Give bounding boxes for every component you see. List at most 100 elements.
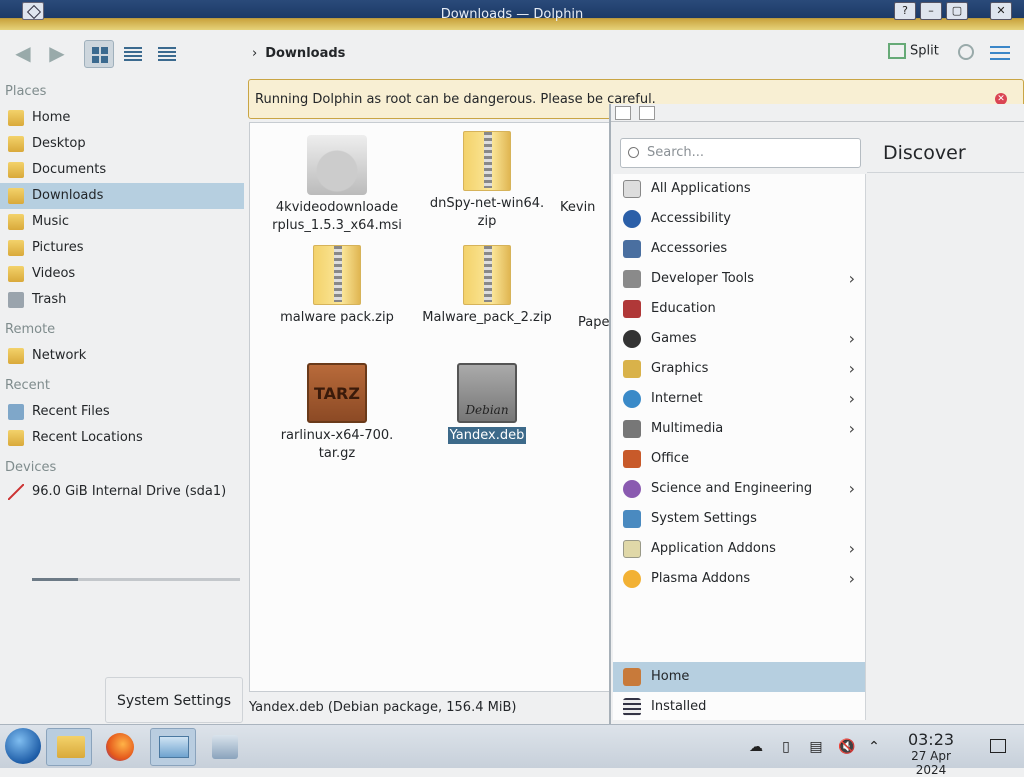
task-dolphin[interactable]: [46, 728, 92, 766]
split-button[interactable]: Split: [888, 43, 939, 59]
file-item-selected[interactable]: Debian Yandex.deb: [417, 363, 557, 445]
msi-package-icon: [307, 135, 367, 195]
search-input[interactable]: Search...: [620, 138, 861, 168]
file-item[interactable]: malware pack.zip: [267, 245, 407, 327]
maximize-button[interactable]: ▢: [946, 2, 968, 20]
category-science-and-engineering[interactable]: Science and Engineering ›: [613, 474, 865, 504]
application-addons-icon: [623, 540, 641, 558]
launcher-installed[interactable]: Installed: [613, 692, 865, 722]
breadcrumb-downloads[interactable]: Downloads: [265, 46, 345, 61]
task-system-settings[interactable]: [150, 728, 196, 766]
file-item[interactable]: 4kvideodownloade rplus_1.5.3_x64.msi: [267, 135, 407, 235]
sidebar-item-recent-files[interactable]: Recent Files: [0, 399, 244, 425]
recent-locations-icon: [8, 430, 24, 446]
details-view-icon: [158, 47, 176, 61]
category-developer-tools[interactable]: Developer Tools ›: [613, 264, 865, 294]
category-all-applications[interactable]: All Applications: [613, 174, 865, 204]
search-icon: [628, 147, 639, 158]
downloads-folder-icon: [8, 188, 24, 204]
category-office[interactable]: Office: [613, 444, 865, 474]
split-icon: [888, 43, 906, 59]
icons-view-icon: [92, 47, 108, 63]
launcher-menu-icon[interactable]: [639, 106, 655, 120]
recent-files-icon: [8, 404, 24, 420]
category-education[interactable]: Education: [613, 294, 865, 324]
folder-icon: [57, 736, 85, 758]
chevron-right-icon: ›: [848, 479, 855, 498]
category-graphics[interactable]: Graphics ›: [613, 354, 865, 384]
task-discover[interactable]: [202, 728, 248, 766]
task-firefox[interactable]: [98, 728, 144, 766]
chevron-right-icon: ›: [848, 389, 855, 408]
category-games[interactable]: Games ›: [613, 324, 865, 354]
status-bar-text: Yandex.deb (Debian package, 156.4 MiB): [249, 700, 517, 715]
zip-archive-icon: [463, 131, 511, 191]
sidebar-item-desktop[interactable]: Desktop: [0, 131, 244, 157]
sidebar-item-pictures[interactable]: Pictures: [0, 235, 244, 261]
debian-package-icon: Debian: [457, 363, 517, 423]
sidebar-item-documents[interactable]: Documents: [0, 157, 244, 183]
hamburger-menu-icon[interactable]: [990, 46, 1010, 60]
clock-time: 03:23: [907, 730, 955, 749]
pictures-folder-icon: [8, 240, 24, 256]
chevron-right-icon: ›: [848, 359, 855, 378]
multimedia-icon: [623, 420, 641, 438]
music-folder-icon: [8, 214, 24, 230]
details-view-button[interactable]: [152, 40, 182, 68]
back-button[interactable]: ◀: [8, 42, 38, 66]
compact-view-button[interactable]: [118, 40, 148, 68]
sidebar-item-internal-drive[interactable]: 96.0 GiB Internal Drive (sda1): [0, 479, 244, 505]
notes-icon[interactable]: ▤: [808, 739, 824, 755]
firefox-icon: [106, 733, 134, 761]
desktop-folder-icon: [8, 136, 24, 152]
file-item[interactable]: Kevin: [560, 199, 614, 217]
category-internet[interactable]: Internet ›: [613, 384, 865, 414]
launcher-titlebar: [611, 104, 1024, 122]
category-accessibility[interactable]: Accessibility: [613, 204, 865, 234]
plasma-addons-icon: [623, 570, 641, 588]
icons-view-button[interactable]: [84, 40, 114, 68]
home-icon: [623, 668, 641, 686]
category-system-settings[interactable]: System Settings: [613, 504, 865, 534]
minimize-button[interactable]: –: [920, 2, 942, 20]
system-settings-icon: [623, 510, 641, 528]
title-bar: Downloads — Dolphin ? – ▢ ✕: [0, 0, 1024, 30]
sidebar-item-downloads[interactable]: Downloads: [0, 183, 244, 209]
file-view[interactable]: 4kvideodownloade rplus_1.5.3_x64.msi dnS…: [249, 122, 615, 692]
category-accessories[interactable]: Accessories: [613, 234, 865, 264]
breadcrumb[interactable]: › Downloads: [252, 46, 345, 61]
file-item[interactable]: Malware_pack_2.zip: [417, 245, 557, 327]
toolbar: ◀ ▶ › Downloads Split: [0, 30, 1024, 78]
split-label: Split: [910, 43, 939, 59]
sidebar-item-home[interactable]: Home: [0, 105, 244, 131]
clipboard-icon[interactable]: ▯: [778, 739, 794, 755]
sidebar-item-network[interactable]: Network: [0, 343, 244, 369]
system-settings-icon: [159, 736, 189, 758]
network-folder-icon: [8, 348, 24, 364]
sidebar-item-videos[interactable]: Videos: [0, 261, 244, 287]
clock[interactable]: 03:23 27 Apr 2024: [895, 731, 967, 777]
sidebar-item-trash[interactable]: Trash: [0, 287, 244, 313]
cloud-download-icon[interactable]: ☁: [748, 739, 764, 755]
forward-button[interactable]: ▶: [42, 42, 72, 66]
documents-folder-icon: [8, 162, 24, 178]
category-application-addons[interactable]: Application Addons ›: [613, 534, 865, 564]
chevron-up-icon[interactable]: ⌃: [866, 739, 882, 755]
chevron-right-icon: ›: [848, 269, 855, 288]
trash-icon: [8, 292, 24, 308]
file-item[interactable]: dnSpy-net-win64. zip: [417, 131, 557, 231]
start-menu-icon[interactable]: [5, 728, 41, 764]
category-multimedia[interactable]: Multimedia ›: [613, 414, 865, 444]
discover-divider: [867, 172, 1024, 173]
sidebar-item-recent-locations[interactable]: Recent Locations: [0, 425, 244, 451]
sidebar-item-music[interactable]: Music: [0, 209, 244, 235]
search-icon[interactable]: [958, 44, 974, 60]
close-button[interactable]: ✕: [990, 2, 1012, 20]
volume-muted-icon[interactable]: 🔇: [838, 739, 855, 755]
help-button[interactable]: ?: [894, 2, 916, 20]
show-desktop-icon[interactable]: [990, 739, 1006, 753]
category-plasma-addons[interactable]: Plasma Addons ›: [613, 564, 865, 594]
file-item[interactable]: TARZ rarlinux-x64-700. tar.gz: [267, 363, 407, 463]
launcher-home[interactable]: Home: [613, 662, 865, 692]
warning-text: Running Dolphin as root can be dangerous…: [255, 92, 656, 107]
